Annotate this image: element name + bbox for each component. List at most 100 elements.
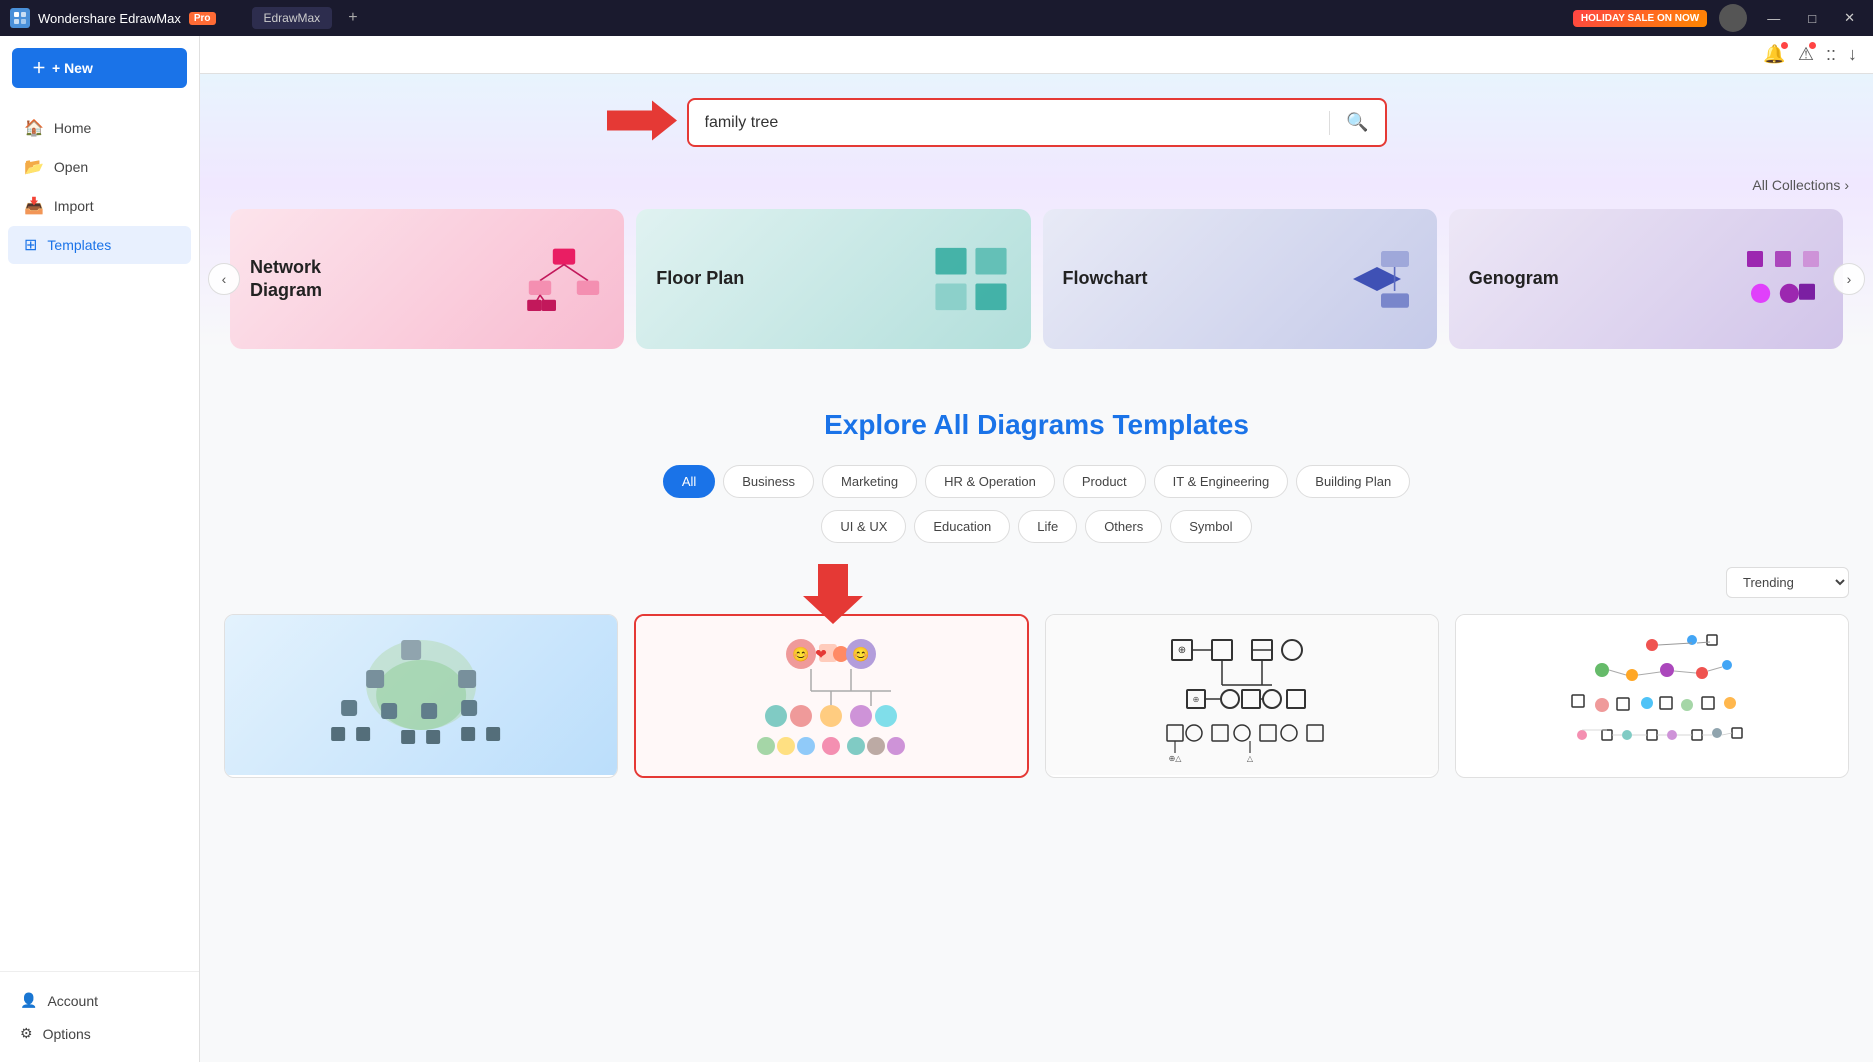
svg-text:⊕: ⊕: [1192, 695, 1199, 704]
template-thumb-3: ⊕: [1046, 615, 1438, 775]
search-input[interactable]: [689, 102, 1330, 144]
filter-it[interactable]: IT & Engineering: [1154, 465, 1289, 498]
explore-title: Explore All Diagrams Templates: [224, 409, 1849, 441]
svg-text:△: △: [1247, 754, 1254, 763]
filter-marketing[interactable]: Marketing: [822, 465, 917, 498]
explore-plain: Explore: [824, 409, 933, 440]
filter-ui[interactable]: UI & UX: [821, 510, 906, 543]
holiday-badge[interactable]: HOLIDAY SALE ON NOW: [1573, 10, 1707, 27]
alert-icon[interactable]: ⚠: [1798, 44, 1814, 65]
sidebar-item-home-label: Home: [54, 120, 91, 136]
filter-symbol[interactable]: Symbol: [1170, 510, 1251, 543]
app-tab[interactable]: EdrawMax: [252, 7, 333, 29]
home-icon: 🏠: [24, 118, 44, 138]
filter-life[interactable]: Life: [1018, 510, 1077, 543]
flowchart-icon: [1337, 239, 1417, 319]
diagram-cards-row: ‹ Network Diagram: [224, 209, 1849, 349]
sidebar-item-import[interactable]: 📥 Import: [8, 187, 191, 225]
floor-plan-icon: [931, 239, 1011, 319]
card-flowchart[interactable]: Flowchart: [1043, 209, 1437, 349]
card-network-diagram[interactable]: Network Diagram: [230, 209, 624, 349]
filter-product[interactable]: Product: [1063, 465, 1146, 498]
filter-building[interactable]: Building Plan: [1296, 465, 1410, 498]
template-card-1[interactable]: [224, 614, 618, 778]
genogram-icon: [1743, 239, 1823, 319]
titlebar-left: Wondershare EdrawMax Pro EdrawMax +: [10, 7, 366, 29]
titlebar: Wondershare EdrawMax Pro EdrawMax + HOLI…: [0, 0, 1873, 36]
svg-text:⊕△: ⊕△: [1168, 754, 1182, 763]
filter-tabs-row2: UI & UX Education Life Others Symbol: [224, 510, 1849, 543]
pro-badge: Pro: [189, 12, 216, 25]
card-genogram-title: Genogram: [1469, 267, 1559, 290]
explore-highlight: All Diagrams Templates: [934, 409, 1249, 440]
template-card-4[interactable]: [1455, 614, 1849, 778]
app-name: Wondershare EdrawMax: [38, 11, 181, 26]
search-button[interactable]: 🔍: [1330, 100, 1384, 145]
sort-row: Trending Newest Most Popular: [224, 567, 1849, 598]
app-body: ＋ + New 🏠 Home 📂 Open 📥 Import ⊞ Templat…: [0, 36, 1873, 1062]
open-icon: 📂: [24, 157, 44, 177]
main-content: 🔔 ⚠ :: ↓ 🔍: [200, 36, 1873, 1062]
red-arrow-indicator: [597, 100, 677, 145]
svg-text:❤: ❤: [816, 646, 828, 662]
sidebar-item-open[interactable]: 📂 Open: [8, 148, 191, 186]
tab-label: EdrawMax: [264, 11, 321, 25]
collections-label: All Collections: [1752, 177, 1840, 193]
template-card-2[interactable]: 😊 ❤ 😊: [634, 614, 1028, 778]
svg-text:😊: 😊: [793, 646, 810, 662]
grid-icon[interactable]: ::: [1826, 44, 1836, 65]
titlebar-right: HOLIDAY SALE ON NOW — □ ✕: [1573, 4, 1863, 32]
sidebar-bottom: 👤 Account ⚙ Options: [0, 971, 199, 1062]
close-btn[interactable]: ✕: [1836, 8, 1863, 28]
template-grid: 😊 ❤ 😊: [224, 614, 1849, 778]
card-network-title: Network Diagram: [250, 256, 370, 303]
filter-business[interactable]: Business: [723, 465, 814, 498]
gear-icon: ⚙: [20, 1025, 33, 1042]
user-avatar[interactable]: [1719, 4, 1747, 32]
sidebar-item-options[interactable]: ⚙ Options: [12, 1017, 187, 1050]
sort-select[interactable]: Trending Newest Most Popular: [1726, 567, 1849, 598]
download-icon[interactable]: ↓: [1848, 44, 1857, 65]
filter-all[interactable]: All: [663, 465, 715, 498]
sidebar-item-import-label: Import: [54, 198, 94, 214]
cards-prev-btn[interactable]: ‹: [208, 263, 240, 295]
card-floor-plan[interactable]: Floor Plan: [636, 209, 1030, 349]
filter-others[interactable]: Others: [1085, 510, 1162, 543]
svg-text:⊕: ⊕: [1177, 645, 1185, 656]
all-collections-link[interactable]: All Collections ›: [224, 177, 1849, 193]
filter-education[interactable]: Education: [914, 510, 1010, 543]
new-label: + New: [52, 60, 93, 76]
template-card-3[interactable]: ⊕: [1045, 614, 1439, 778]
topbar: 🔔 ⚠ :: ↓: [200, 36, 1873, 74]
account-label: Account: [47, 993, 98, 1009]
sidebar-item-templates-label: Templates: [47, 237, 111, 253]
filter-hr[interactable]: HR & Operation: [925, 465, 1055, 498]
maximize-btn[interactable]: □: [1800, 9, 1824, 28]
sidebar: ＋ + New 🏠 Home 📂 Open 📥 Import ⊞ Templat…: [0, 36, 200, 1062]
add-tab-btn[interactable]: +: [340, 9, 365, 27]
sidebar-item-templates[interactable]: ⊞ Templates: [8, 226, 191, 264]
card-floor-title: Floor Plan: [656, 267, 744, 290]
search-container: 🔍: [224, 98, 1849, 147]
sidebar-item-home[interactable]: 🏠 Home: [8, 109, 191, 147]
new-button[interactable]: ＋ + New: [12, 48, 187, 88]
card-genogram[interactable]: Genogram: [1449, 209, 1843, 349]
svg-text:😊: 😊: [853, 646, 870, 662]
search-box: 🔍: [687, 98, 1387, 147]
network-diagram-icon: [524, 239, 604, 319]
options-label: Options: [43, 1026, 91, 1042]
plus-icon: ＋: [32, 58, 46, 78]
cards-next-btn[interactable]: ›: [1833, 263, 1865, 295]
account-icon: 👤: [20, 992, 37, 1009]
sidebar-item-account[interactable]: 👤 Account: [12, 984, 187, 1017]
templates-icon: ⊞: [24, 235, 37, 255]
import-icon: 📥: [24, 196, 44, 216]
filter-tabs-row1: All Business Marketing HR & Operation Pr…: [224, 465, 1849, 498]
template-grid-container: 😊 ❤ 😊: [224, 614, 1849, 778]
template-thumb-2: 😊 ❤ 😊: [636, 616, 1026, 776]
notification-icon[interactable]: 🔔: [1763, 44, 1785, 65]
sidebar-item-open-label: Open: [54, 159, 88, 175]
minimize-btn[interactable]: —: [1759, 9, 1788, 28]
app-logo-icon: [10, 8, 30, 28]
template-thumb-4: [1456, 615, 1848, 775]
